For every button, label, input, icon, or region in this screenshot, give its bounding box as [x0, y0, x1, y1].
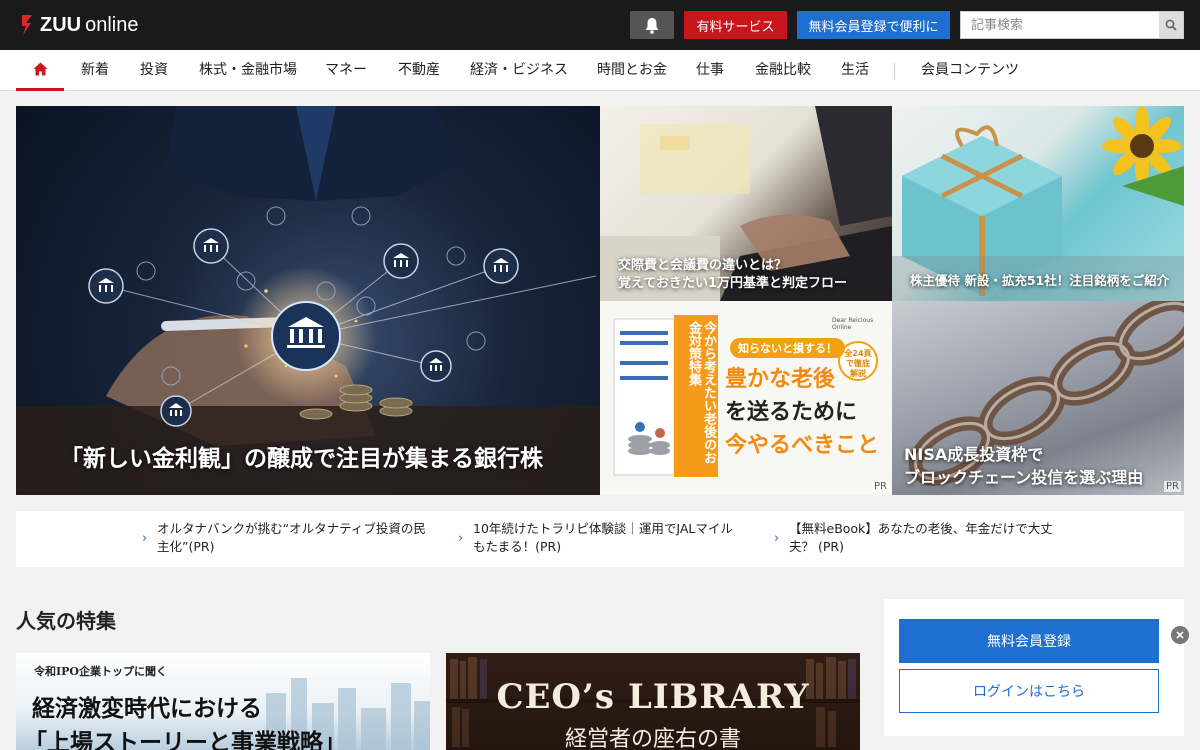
chevron-right-icon: ›: [774, 531, 780, 546]
nav-item-time-and-money[interactable]: 時間とお金: [597, 50, 667, 91]
logo-suffix: online: [85, 13, 139, 36]
search-icon: [1165, 19, 1177, 31]
hero-main-title: 「新しい金利観」の醸成で注目が集まる銀行株: [60, 446, 543, 472]
feature-b-title: CEO’s LIBRARY: [496, 677, 810, 717]
pr-links-strip: › オルタナバンクが挑む“オルタナティブ投資の民 主化”(PR) › 10年続け…: [16, 511, 1184, 567]
pr-link-text-line2: 主化”(PR): [157, 539, 215, 554]
bell-icon: [645, 17, 659, 34]
pr-link-text-line1: 10年続けたトラリピ体験談｜運用でJALマイル: [473, 521, 733, 536]
nav-item-finance-compare[interactable]: 金融比較: [755, 50, 811, 91]
paid-service-button[interactable]: 有料サービス: [684, 11, 787, 39]
pr-link-trarepi[interactable]: 10年続けたトラリピ体験談｜運用でJALマイル もたまる！(PR): [473, 520, 763, 556]
close-icon: [1176, 631, 1184, 639]
nav-home[interactable]: [16, 50, 64, 91]
main-nav: 新着 投資 株式・金融市場 マネー 不動産 経済・ビジネス 時間とお金 仕事 金…: [0, 50, 1200, 91]
nav-item-real-estate[interactable]: 不動産: [398, 50, 440, 91]
hero-article-entertainment-expenses[interactable]: 交際費と会議費の違いとは？ 覚えておきたい1万円基準と判定フロー: [600, 106, 892, 301]
ebook-headline-line3: 今やるべきこと: [725, 433, 880, 458]
nav-item-member-content[interactable]: 会員コンテンツ: [921, 50, 1019, 91]
ebook-badge: 知らないと損する！: [730, 338, 845, 358]
chevron-right-icon: ›: [142, 531, 148, 546]
section-title-popular-features: 人気の特集: [16, 609, 116, 633]
nav-item-investment[interactable]: 投資: [140, 50, 168, 91]
nav-divider: [894, 63, 895, 79]
search-box: [960, 11, 1184, 39]
tile-d-title-line1: NISA成長投資枠で: [904, 445, 1044, 464]
logo-mark-icon: [22, 15, 32, 35]
ebook-publisher: Dear Reicious Online: [832, 317, 874, 331]
notification-button[interactable]: [630, 11, 674, 39]
feature-a-kicker: 令和IPO企業トップに聞く: [34, 665, 167, 678]
search-button[interactable]: [1159, 12, 1183, 38]
member-login-panel: 無料会員登録 ログインはこちら: [884, 599, 1184, 736]
feature-b-subtitle: 経営者の座右の書: [564, 727, 741, 750]
hero-pr-nisa-blockchain[interactable]: NISA成長投資枠で ブロックチェーン投信を選ぶ理由 PR: [892, 301, 1184, 495]
nav-item-work[interactable]: 仕事: [696, 50, 724, 91]
nav-item-money[interactable]: マネー: [325, 50, 367, 91]
ebook-headline-line2: を送るために: [725, 400, 858, 425]
tile-d-title-line2: ブロックチェーン投信を選ぶ理由: [904, 468, 1144, 487]
tile-a-title-line1: 交際費と会議費の違いとは？: [618, 258, 788, 273]
pr-link-ebook[interactable]: 【無料eBook】あなたの老後、年金だけで大丈 夫？ (PR): [789, 520, 1079, 556]
free-member-register-button[interactable]: 無料会員登録: [899, 619, 1159, 663]
site-header: ZUU online 有料サービス 無料会員登録で便利に: [0, 0, 1200, 50]
feature-a-line2: 「上場ストーリーと事業戦略」: [24, 729, 346, 750]
bank-network-illustration: [16, 106, 600, 495]
nav-item-markets[interactable]: 株式・金融市場: [199, 50, 297, 91]
ebook-headline-line1: 豊かな老後: [725, 367, 836, 392]
nav-item-new[interactable]: 新着: [81, 50, 109, 91]
search-input[interactable]: [961, 12, 1159, 38]
hero-main-article[interactable]: 「新しい金利観」の醸成で注目が集まる銀行株: [16, 106, 600, 495]
home-icon: [33, 62, 47, 76]
close-panel-button[interactable]: [1171, 626, 1189, 644]
login-button[interactable]: ログインはこちら: [899, 669, 1159, 713]
feature-ipo-ceo[interactable]: 令和IPO企業トップに聞く 経済激変時代における 「上場ストーリーと事業戦略」: [16, 653, 430, 750]
nav-item-economy-business[interactable]: 経済・ビジネス: [470, 50, 568, 91]
site-logo[interactable]: ZUU online: [20, 13, 139, 37]
tile-a-title-line2: 覚えておきたい1万円基準と判定フロー: [618, 276, 848, 291]
pr-link-text-line2: もたまる！(PR): [473, 539, 562, 554]
hero-pr-retirement-ebook[interactable]: 今から考えたい老後のお金対策特集 Dear Reicious Online 知ら…: [600, 301, 892, 495]
pr-link-text-line2: 夫？ (PR): [789, 539, 844, 554]
tile-b-title: 株主優待 新設・拡充51社！注目銘柄をご紹介: [910, 273, 1170, 288]
hero-article-shareholder-benefits[interactable]: 株主優待 新設・拡充51社！注目銘柄をご紹介: [892, 106, 1184, 301]
feature-a-line1: 経済激変時代における: [32, 695, 262, 722]
pr-label: PR: [1164, 481, 1181, 492]
pr-label: PR: [872, 481, 889, 492]
feature-ceos-library[interactable]: CEO’s LIBRARY 経営者の座右の書: [446, 653, 860, 750]
chevron-right-icon: ›: [458, 531, 464, 546]
logo-brand: ZUU: [40, 13, 82, 36]
ebook-book-title: 今から考えたい老後のお金対策特集: [686, 321, 716, 464]
free-register-button[interactable]: 無料会員登録で便利に: [797, 11, 950, 39]
nav-item-life[interactable]: 生活: [841, 50, 869, 91]
pr-link-text-line1: 【無料eBook】あなたの老後、年金だけで大丈: [789, 521, 1053, 536]
pr-link-text-line1: オルタナバンクが挑む“オルタナティブ投資の民: [157, 521, 426, 536]
pr-link-alterna-bank[interactable]: オルタナバンクが挑む“オルタナティブ投資の民 主化”(PR): [157, 520, 447, 556]
ebook-circle-badge: 全24頁で徹底解説: [844, 349, 872, 378]
